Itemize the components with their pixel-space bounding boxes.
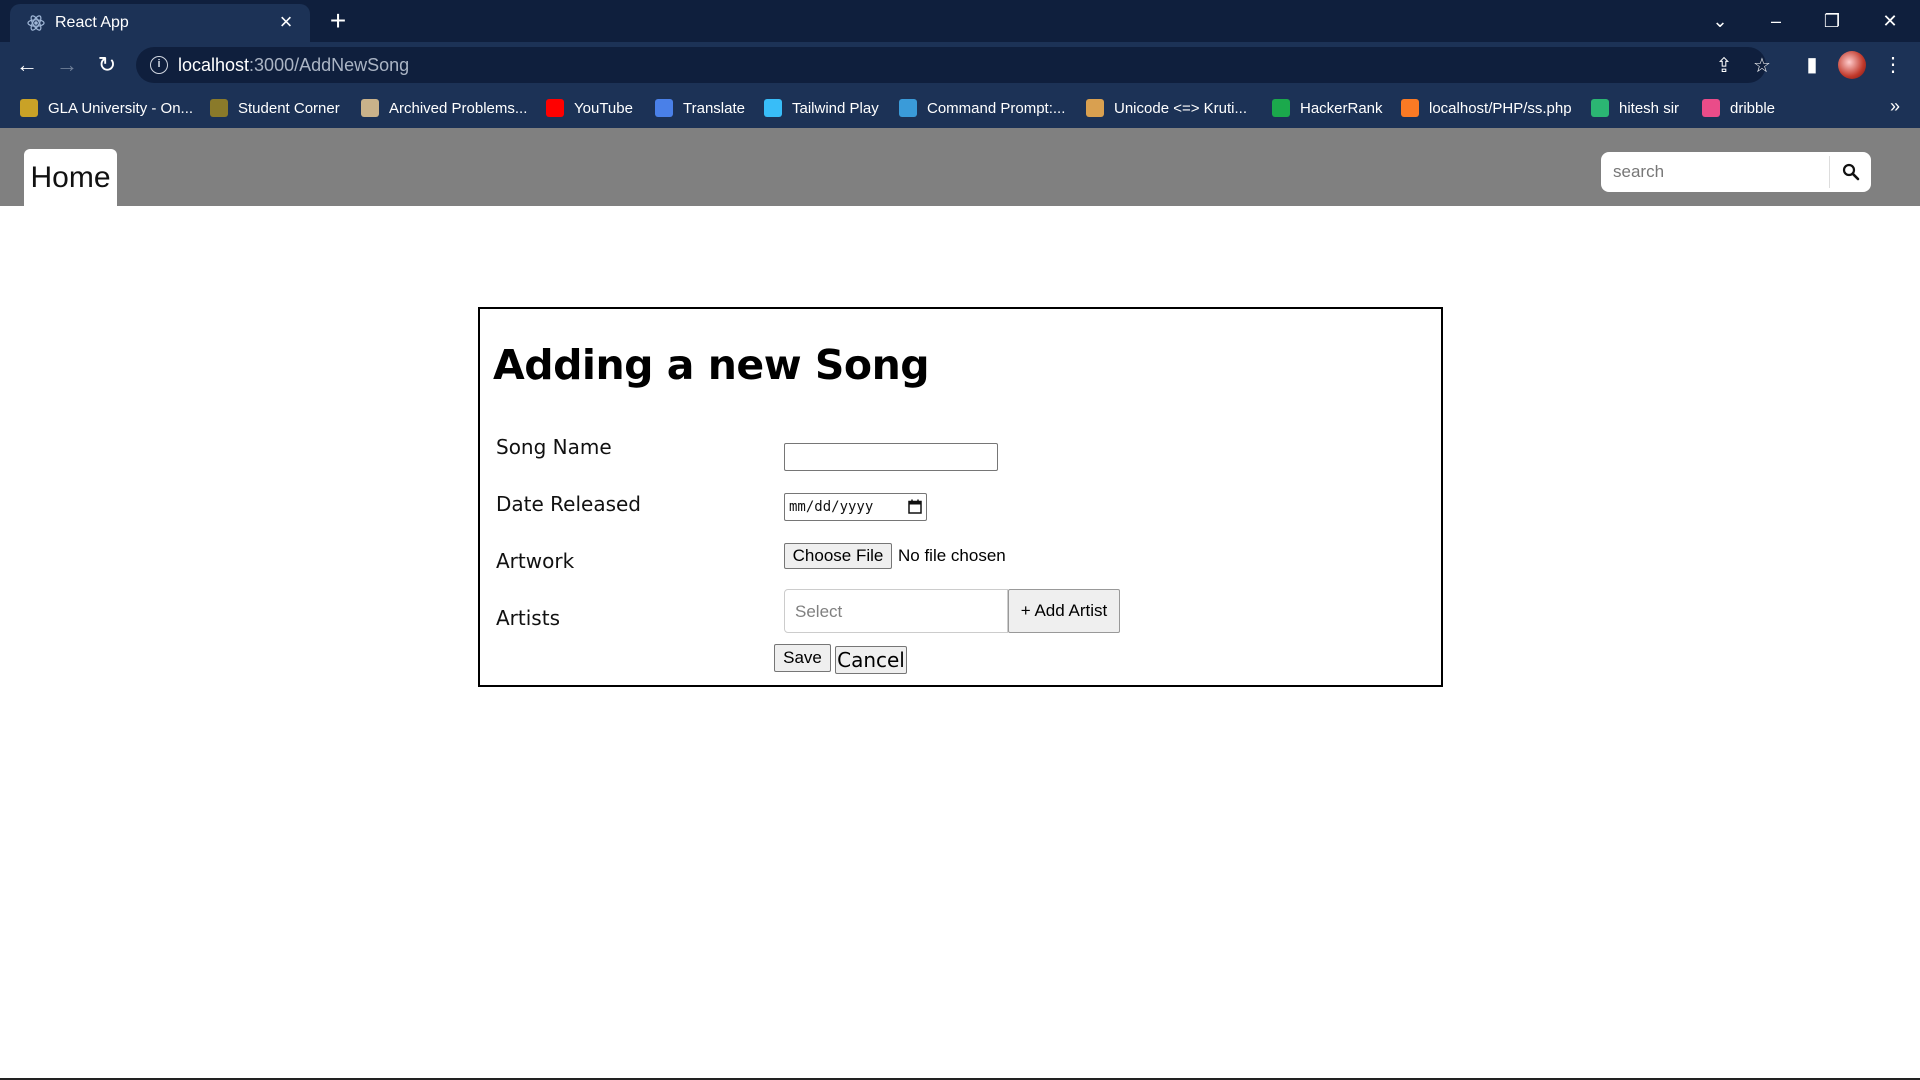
close-window-icon[interactable]: ✕ bbox=[1874, 6, 1906, 36]
artists-select-placeholder: Select bbox=[795, 602, 843, 621]
bookmark-item[interactable]: dribble bbox=[1702, 97, 1775, 119]
forward-icon[interactable]: → bbox=[52, 50, 82, 80]
profile-avatar[interactable] bbox=[1838, 51, 1866, 79]
bookmark-item[interactable]: Command Prompt:... bbox=[899, 97, 1065, 119]
save-button[interactable]: Save bbox=[774, 644, 831, 672]
tailwind-icon bbox=[764, 99, 782, 117]
bookmark-item[interactable]: Archived Problems... bbox=[361, 97, 527, 119]
url-text[interactable]: localhost:3000/AddNewSong bbox=[178, 55, 409, 76]
browser-tab-active[interactable]: React App × bbox=[10, 4, 310, 42]
youtube-icon bbox=[546, 99, 564, 117]
bookmark-favicon-icon bbox=[1086, 99, 1104, 117]
bookmark-item[interactable]: GLA University - On... bbox=[20, 97, 193, 119]
tab-title: React App bbox=[55, 14, 129, 31]
site-info-icon[interactable]: i bbox=[150, 56, 168, 74]
restore-icon[interactable]: ❐ bbox=[1816, 6, 1848, 36]
date-released-label: Date Released bbox=[496, 492, 641, 516]
cancel-button[interactable]: Cancel bbox=[835, 646, 907, 674]
back-icon[interactable]: ← bbox=[12, 50, 42, 80]
home-link[interactable]: Home bbox=[24, 149, 117, 206]
bookmark-item[interactable]: localhost/PHP/ss.php bbox=[1401, 97, 1572, 119]
song-name-label: Song Name bbox=[496, 435, 612, 459]
address-bar[interactable]: i localhost:3000/AddNewSong ⇪ ☆ bbox=[136, 47, 1771, 83]
form-title: Adding a new Song bbox=[493, 341, 930, 389]
side-panel-icon[interactable]: ▮ bbox=[1797, 50, 1827, 80]
search-box bbox=[1601, 152, 1871, 192]
bookmark-item[interactable]: hitesh sir bbox=[1591, 97, 1679, 119]
xampp-icon bbox=[1401, 99, 1419, 117]
file-status-text: No file chosen bbox=[898, 546, 1006, 565]
artists-select[interactable]: Select bbox=[784, 589, 1008, 633]
app-navbar: Home bbox=[0, 128, 1920, 206]
bookmark-item[interactable]: HackerRank bbox=[1272, 97, 1383, 119]
translate-icon bbox=[655, 99, 673, 117]
search-input[interactable] bbox=[1601, 152, 1829, 192]
bookmark-favicon-icon bbox=[361, 99, 379, 117]
bookmark-item[interactable]: YouTube bbox=[546, 97, 633, 119]
dribbble-icon bbox=[1702, 99, 1720, 117]
close-tab-icon[interactable]: × bbox=[274, 10, 298, 34]
bookmark-favicon-icon bbox=[899, 99, 917, 117]
minimize-icon[interactable]: – bbox=[1760, 6, 1792, 36]
bookmark-item[interactable]: Unicode <=> Kruti... bbox=[1086, 97, 1247, 119]
bookmarks-bar: GLA University - On... Student Corner Ar… bbox=[0, 88, 1920, 128]
bookmark-item[interactable]: Translate bbox=[655, 97, 745, 119]
browser-tabstrip: React App × + ⌄ – ❐ ✕ bbox=[0, 0, 1920, 42]
date-placeholder: mm/dd/yyyy bbox=[789, 499, 874, 515]
add-artist-button[interactable]: + Add Artist bbox=[1008, 589, 1120, 633]
bookmark-star-icon[interactable]: ☆ bbox=[1750, 54, 1774, 78]
share-icon[interactable]: ⇪ bbox=[1712, 54, 1736, 78]
add-song-form: Adding a new Song Song Name Date Release… bbox=[478, 307, 1443, 687]
react-icon bbox=[27, 15, 45, 31]
search-button[interactable] bbox=[1830, 152, 1871, 192]
bookmark-favicon-icon bbox=[210, 99, 228, 117]
artists-label: Artists bbox=[496, 606, 560, 630]
hackerrank-icon bbox=[1272, 99, 1290, 117]
artwork-label: Artwork bbox=[496, 549, 575, 573]
bookmark-item[interactable]: Tailwind Play bbox=[764, 97, 879, 119]
tab-search-chevron-icon[interactable]: ⌄ bbox=[1704, 6, 1736, 36]
bookmark-item[interactable]: Student Corner bbox=[210, 97, 340, 119]
browser-toolbar: ← → ↻ i localhost:3000/AddNewSong ⇪ ☆ ▮ … bbox=[0, 42, 1920, 88]
choose-file-button[interactable]: Choose File bbox=[784, 543, 892, 569]
reload-icon[interactable]: ↻ bbox=[92, 50, 122, 80]
more-bookmarks-icon[interactable]: » bbox=[1890, 96, 1900, 117]
new-tab-icon[interactable]: + bbox=[324, 7, 352, 36]
bookmark-favicon-icon bbox=[20, 99, 38, 117]
song-name-input[interactable] bbox=[784, 443, 998, 471]
date-released-input[interactable]: mm/dd/yyyy bbox=[784, 493, 927, 521]
search-icon bbox=[1842, 163, 1859, 181]
calendar-icon[interactable] bbox=[908, 499, 922, 514]
menu-kebab-icon[interactable]: ⋮ bbox=[1878, 50, 1908, 80]
bookmark-favicon-icon bbox=[1591, 99, 1609, 117]
